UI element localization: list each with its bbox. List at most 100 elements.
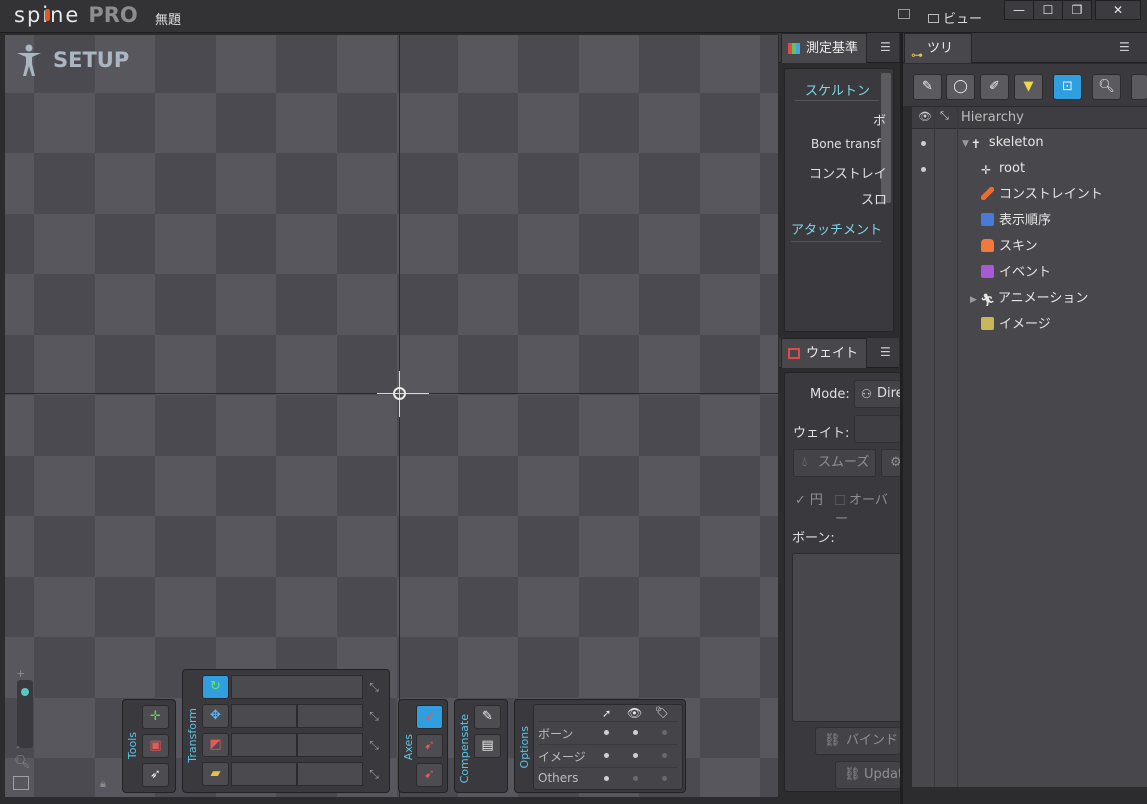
metrics-skeleton[interactable]: スケルトン [805, 80, 870, 99]
tree-menu-icon[interactable]: ☰ [1119, 41, 1131, 53]
minimize-button[interactable]: — [1004, 0, 1034, 20]
translate-x-field[interactable] [231, 704, 297, 728]
weights-menu-icon[interactable]: ☰ [880, 346, 892, 358]
tree-item-skeleton[interactable]: ▼ ✝ skeleton [962, 132, 1044, 154]
restore-button[interactable]: ❐ [1062, 0, 1092, 20]
option-dot[interactable] [604, 776, 609, 781]
expand-arrow-icon[interactable]: ▶ [970, 295, 977, 305]
tree-circle-filter-button[interactable]: ◯ [946, 74, 975, 100]
visibility-dot[interactable] [921, 141, 926, 146]
update-button[interactable]: ⛓︎ Updat [835, 761, 903, 789]
smooth-button[interactable]: 💧︎ スムーズ [793, 449, 876, 477]
lock-icon[interactable]: 🔒︎ [100, 777, 106, 791]
option-dot[interactable] [633, 753, 638, 758]
rotate-value-field[interactable] [231, 675, 363, 699]
options-row-others[interactable]: Others [538, 767, 678, 789]
shear-y-field[interactable] [297, 762, 363, 786]
setup-mode-badge[interactable]: SETUP [15, 43, 129, 77]
metrics-menu-icon[interactable]: ☰ [880, 41, 892, 53]
view-menu-button[interactable]: ビュー [928, 8, 982, 27]
option-dot[interactable] [604, 730, 609, 735]
tree-item-label: イメージ [999, 317, 1051, 332]
editor-viewport[interactable]: SETUP + - 🔍︎ 🔒︎ [5, 35, 778, 797]
tree-more-button[interactable] [1131, 74, 1147, 100]
tab-metrics[interactable]: 測定基準 [781, 33, 868, 63]
tree-focus-button[interactable]: ⊡ [1053, 74, 1082, 100]
translate-y-field[interactable] [297, 704, 363, 728]
bind-button[interactable]: ⛓︎ バインド [815, 727, 901, 755]
prune-button[interactable]: ⚙︎ [881, 449, 902, 477]
tree-item-constraints[interactable]: コンストレイント [981, 184, 1103, 206]
visibility-column-icon[interactable]: 👁︎ [918, 110, 932, 123]
tree-item-skins[interactable]: スキン [981, 236, 1038, 258]
rotate-tool-button[interactable]: ↻ [202, 675, 229, 699]
draw-order-icon [981, 213, 994, 226]
bone-root-icon: ✛ [981, 163, 992, 177]
translate-tool-button[interactable]: ✥ [202, 704, 229, 728]
key-column-icon[interactable]: ⤡ [940, 109, 949, 123]
tree-item-root[interactable]: ✛ root [981, 158, 1025, 180]
metrics-scrollbar[interactable] [881, 73, 891, 203]
collapse-arrow-icon[interactable]: ▼ [962, 139, 969, 149]
compensate-group-label: Compensate [458, 714, 471, 784]
zoom-slider-thumb[interactable] [21, 688, 29, 696]
window-list-icon[interactable] [898, 9, 910, 19]
scale-x-field[interactable] [231, 733, 297, 757]
translate-local-icon[interactable]: ⤡ [363, 704, 385, 728]
zoom-slider[interactable] [17, 680, 33, 748]
tree-item-draw-order[interactable]: 表示順序 [981, 210, 1051, 232]
weights-tool-button[interactable]: ▣ [142, 734, 169, 758]
tab-metrics-label: 測定基準 [806, 41, 859, 56]
tab-weights[interactable]: ウェイト [781, 338, 868, 368]
option-dot[interactable] [662, 776, 667, 781]
shear-tool-button[interactable]: ▰ [202, 762, 229, 786]
axes-parent-button[interactable]: ➹ [416, 734, 443, 758]
compensate-bones-button[interactable]: ✎ [474, 705, 501, 729]
overlay-checkbox[interactable]: オーバー [835, 489, 900, 527]
tree-item-animations[interactable]: ▶ 🏃︎ アニメーション [970, 288, 1088, 310]
metrics-divider [795, 100, 879, 101]
options-row-bones[interactable]: ボーン [538, 721, 678, 743]
create-tool-button[interactable]: ➶ [142, 763, 169, 787]
option-dot[interactable] [633, 730, 638, 735]
shear-local-icon[interactable]: ⤡ [363, 762, 385, 786]
weights-weight-input[interactable] [854, 415, 901, 443]
tree-filter-button[interactable]: ▼ [1014, 74, 1043, 100]
maximize-button[interactable]: ☐ [1033, 0, 1063, 20]
shear-x-field[interactable] [231, 762, 297, 786]
scale-y-field[interactable] [297, 733, 363, 757]
weights-mode-dropdown[interactable]: ⚇ Dire [854, 380, 904, 408]
option-dot[interactable] [662, 730, 667, 735]
axes-world-button[interactable]: ➹ [416, 763, 443, 787]
axes-local-button[interactable]: ➹ [416, 705, 443, 729]
tab-tree[interactable]: ⊶ ツリー [904, 33, 972, 86]
metrics-attachments[interactable]: アタッチメント [791, 219, 882, 238]
tree-item-events[interactable]: イベント [981, 262, 1051, 284]
option-dot[interactable] [662, 753, 667, 758]
tree-bones-filter-button[interactable]: ✎ [913, 74, 942, 100]
option-dot[interactable] [604, 753, 609, 758]
fit-view-icon[interactable] [13, 776, 29, 790]
visibility-dot[interactable] [921, 167, 926, 172]
close-button[interactable]: ✕ [1095, 0, 1141, 20]
pose-tool-button[interactable]: ✛ [142, 705, 169, 729]
tree-header-label: Hierarchy [961, 110, 1024, 125]
rotate-local-icon[interactable]: ⤡ [363, 675, 385, 699]
tree-search-button[interactable]: 🔍︎ [1092, 74, 1121, 100]
scale-local-icon[interactable]: ⤡ [363, 733, 385, 757]
option-dot[interactable] [633, 776, 638, 781]
origin-marker[interactable] [393, 387, 406, 400]
axes-group: Axes ➹ ➹ ➹ [398, 699, 448, 793]
tree-panel-header: ⊶ ツリー ☰ [903, 33, 1147, 86]
tree-attachments-filter-button[interactable]: ✐ [980, 74, 1009, 100]
zoom-search-icon[interactable]: 🔍︎ [14, 755, 31, 770]
options-table: ➚ 👁︎ 🏷︎ ボーン イメージ Others [533, 704, 683, 790]
scale-tool-button[interactable]: ◩ [202, 733, 229, 757]
zoom-plus-icon[interactable]: + [16, 667, 25, 680]
circle-checkbox[interactable]: ✓ 円 [795, 489, 823, 508]
zoom-minus-icon[interactable]: - [16, 740, 20, 753]
options-row-images[interactable]: イメージ [538, 744, 678, 766]
tree-item-images[interactable]: イメージ [981, 314, 1051, 336]
compensate-images-button[interactable]: ▤ [474, 734, 501, 758]
weights-bones-list[interactable] [792, 553, 901, 722]
